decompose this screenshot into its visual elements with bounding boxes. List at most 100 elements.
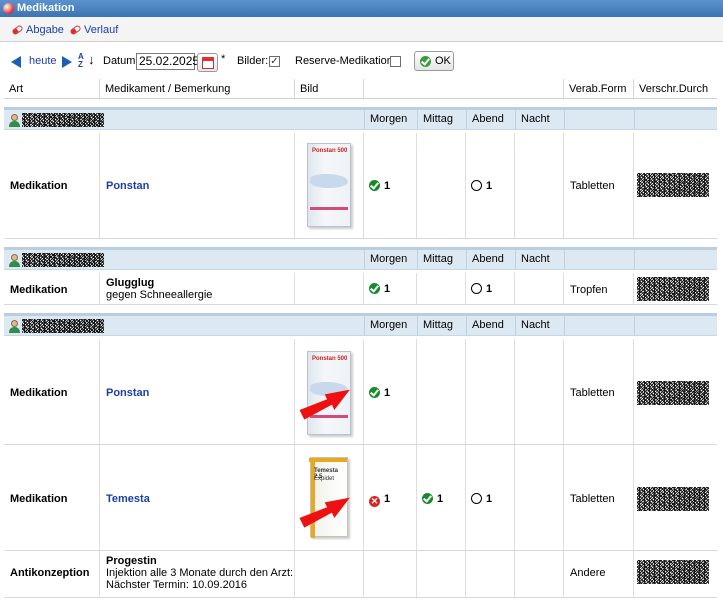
redacted-prescriber — [637, 173, 709, 197]
pending-circle-icon — [471, 180, 482, 191]
previous-day-arrow-icon[interactable] — [11, 56, 21, 68]
patient-group-header: Morgen Mittag Abend Nacht — [4, 107, 717, 130]
cell-abend[interactable]: 1 — [466, 133, 515, 238]
cell-medikament: Temesta — [100, 445, 295, 550]
time-header-morgen: Morgen — [364, 110, 417, 129]
cell-medikament: Progestin Injektion alle 3 Monate durch … — [100, 551, 295, 597]
art-label: Antikonzeption — [10, 567, 90, 579]
cell-verab-form: Tabletten — [564, 445, 634, 550]
abgabe-link[interactable]: Abgabe — [26, 24, 64, 36]
cell-verab-form: Tabletten — [564, 339, 634, 444]
pending-circle-icon — [471, 283, 482, 294]
cell-abend[interactable]: 1 — [466, 273, 515, 304]
filter-bar: heute AZ ↓ Datum: * Bilder: Reserve-Medi… — [0, 43, 723, 79]
cell-nacht[interactable] — [515, 445, 564, 550]
time-header-mittag: Mittag — [417, 316, 466, 335]
ok-label: OK — [435, 55, 451, 67]
cell-nacht[interactable] — [515, 273, 564, 304]
cell-morgen[interactable]: 1 — [364, 339, 417, 444]
cell-morgen[interactable]: 1 — [364, 133, 417, 238]
cell-mittag[interactable] — [417, 133, 466, 238]
cell-morgen[interactable] — [364, 551, 417, 597]
time-header-morgen: Morgen — [364, 250, 417, 269]
time-header-mittag: Mittag — [417, 250, 466, 269]
art-label: Medikation — [10, 493, 68, 505]
today-link[interactable]: heute — [29, 55, 57, 67]
cell-verschr-durch — [634, 339, 717, 444]
patient-group-header: Morgen Mittag Abend Nacht — [4, 313, 717, 336]
group-cell-blank — [634, 250, 717, 269]
table-row[interactable]: Medikation Ponstan Ponstan 500 1 1 Table… — [4, 133, 717, 239]
dosage-form: Tabletten — [570, 493, 615, 505]
cell-verab-form: Tabletten — [564, 133, 634, 238]
dose-value: 1 — [486, 493, 493, 505]
date-input[interactable]: 25.02.2025 — [136, 53, 199, 70]
time-header-nacht: Nacht — [515, 110, 564, 129]
cell-abend[interactable]: 1 — [466, 445, 515, 550]
cell-verschr-durch — [634, 445, 717, 550]
cell-bild — [295, 273, 364, 304]
table-row[interactable]: Antikonzeption Progestin Injektion alle … — [4, 551, 717, 598]
cell-abend[interactable] — [466, 339, 515, 444]
package-sublabel: Expidet — [314, 476, 335, 482]
dosage-form: Andere — [570, 567, 606, 579]
redacted-patient-name — [22, 319, 104, 333]
redacted-prescriber — [637, 277, 709, 301]
dose-value: 1 — [437, 493, 444, 505]
cell-mittag[interactable] — [417, 339, 466, 444]
column-header-medikament: Medikament / Bemerkung — [100, 79, 295, 99]
cell-art: Medikation — [4, 339, 100, 444]
sort-az-icon[interactable]: AZ — [78, 53, 84, 69]
dosage-form: Tropfen — [570, 284, 608, 296]
next-day-arrow-icon[interactable] — [62, 56, 72, 68]
given-check-icon — [369, 180, 380, 191]
time-header-morgen: Morgen — [364, 316, 417, 335]
date-required-marker: * — [221, 53, 226, 65]
images-checkbox[interactable]: ✓ — [269, 56, 280, 67]
table-row[interactable]: Medikation Glugglug gegen Schneeallergie… — [4, 273, 717, 305]
dosage-form: Tabletten — [570, 387, 615, 399]
time-header-mittag: Mittag — [417, 110, 466, 129]
cell-mittag[interactable]: 1 — [417, 445, 466, 550]
cell-nacht[interactable] — [515, 551, 564, 597]
user-icon — [8, 114, 21, 127]
package-label: Ponstan 500 — [312, 356, 348, 362]
calendar-button[interactable] — [197, 53, 218, 72]
cell-art: Medikation — [4, 273, 100, 304]
cell-morgen[interactable]: 1 — [364, 273, 417, 304]
art-label: Medikation — [10, 180, 68, 192]
column-header-verab-form: Verab.Form — [564, 79, 634, 99]
medication-link[interactable]: Ponstan — [106, 180, 149, 192]
reserve-label: Reserve-Medikation: — [295, 55, 396, 67]
dose-value: 1 — [384, 180, 391, 192]
dose-value: 1 — [384, 283, 391, 295]
cell-bild: Ponstan 500 — [295, 133, 364, 238]
column-header-art: Art — [4, 79, 100, 99]
dose-value: 1 — [384, 493, 391, 505]
cell-verschr-durch — [634, 551, 717, 597]
given-check-icon — [369, 283, 380, 294]
dose-value: 1 — [486, 283, 493, 295]
medication-link[interactable]: Ponstan — [106, 387, 149, 399]
group-cell-blank — [634, 316, 717, 335]
reserve-checkbox[interactable] — [390, 56, 401, 67]
group-cell-blank — [564, 316, 634, 335]
cell-nacht[interactable] — [515, 133, 564, 238]
pending-circle-icon — [471, 493, 482, 504]
ok-button[interactable]: OK — [414, 51, 454, 71]
cell-verschr-durch — [634, 273, 717, 304]
images-label: Bilder: — [237, 55, 269, 67]
cell-mittag[interactable] — [417, 273, 466, 304]
cell-mittag[interactable] — [417, 551, 466, 597]
given-check-icon — [422, 493, 433, 504]
verlauf-link[interactable]: Verlauf — [84, 24, 118, 36]
medication-link[interactable]: Temesta — [106, 493, 150, 505]
date-label: Datum: — [103, 55, 139, 67]
cell-morgen[interactable]: ✕ 1 — [364, 445, 417, 550]
cell-art: Antikonzeption — [4, 551, 100, 597]
cell-nacht[interactable] — [515, 339, 564, 444]
package-label: Ponstan 500 — [312, 148, 348, 154]
pill-icon — [69, 24, 82, 36]
cell-abend[interactable] — [466, 551, 515, 597]
time-header-nacht: Nacht — [515, 316, 564, 335]
